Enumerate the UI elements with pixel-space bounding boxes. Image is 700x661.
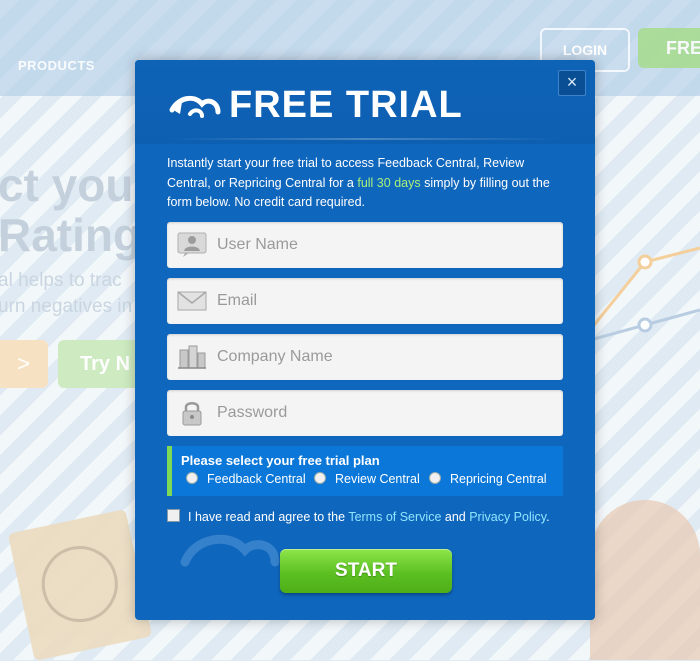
username-field <box>167 222 563 268</box>
start-button[interactable]: START <box>280 549 452 593</box>
sad-face-card <box>7 508 153 661</box>
email-input[interactable] <box>217 278 547 324</box>
radio-repricing-central[interactable]: Repricing Central <box>429 472 547 486</box>
radio-button[interactable] <box>429 472 441 484</box>
radio-label: Feedback Central <box>207 472 306 486</box>
background-chart <box>590 246 700 342</box>
cloud-decoration-icon <box>180 534 280 567</box>
close-button[interactable]: × <box>558 70 586 96</box>
headline-line-1: ct you <box>0 159 134 211</box>
agree-and-text: and <box>441 510 470 524</box>
subtext-line-1: al helps to trac <box>0 270 122 291</box>
user-icon <box>177 232 207 257</box>
privacy-policy-link[interactable]: Privacy Policy <box>469 510 546 524</box>
building-icon <box>178 345 206 369</box>
cloud-arrow-logo-icon <box>169 95 221 118</box>
radio-button[interactable] <box>314 472 326 484</box>
background-subtext: al helps to trac urn negatives in <box>0 268 132 320</box>
radio-review-central[interactable]: Review Central <box>314 472 420 486</box>
terms-of-service-link[interactable]: Terms of Service <box>348 510 441 524</box>
email-field <box>167 278 563 324</box>
plan-title: Please select your free trial plan <box>181 453 380 468</box>
agree-period: . <box>546 510 550 524</box>
nav-products: PRODUCTS <box>18 58 95 73</box>
free-trial-modal: FREE TRIAL × Instantly start your free t… <box>135 60 595 620</box>
radio-label: Review Central <box>335 472 420 486</box>
background-orange-button: > <box>0 340 48 388</box>
modal-title: FREE TRIAL <box>229 84 463 126</box>
username-input[interactable] <box>217 222 547 268</box>
free-trial-nav-button: FRE <box>638 28 700 68</box>
subtext-line-2: urn negatives in <box>0 296 133 317</box>
background-headline: ct you Rating <box>0 160 141 260</box>
envelope-icon <box>177 291 207 311</box>
background-person <box>590 500 700 660</box>
company-field <box>167 334 563 380</box>
intro-highlight: full 30 days <box>357 175 421 190</box>
radio-label: Repricing Central <box>450 472 547 486</box>
company-input[interactable] <box>217 334 547 380</box>
lock-icon <box>182 402 202 426</box>
password-field <box>167 390 563 436</box>
terms-checkbox[interactable] <box>167 509 180 522</box>
plan-selector: Please select your free trial plan Feedb… <box>167 446 563 496</box>
headline-line-2: Rating <box>0 209 142 261</box>
intro-text: Instantly start your free trial to acces… <box>167 154 563 213</box>
header-divider <box>165 138 565 140</box>
radio-feedback-central[interactable]: Feedback Central <box>186 472 306 486</box>
password-input[interactable] <box>217 390 547 436</box>
radio-button[interactable] <box>186 472 198 484</box>
